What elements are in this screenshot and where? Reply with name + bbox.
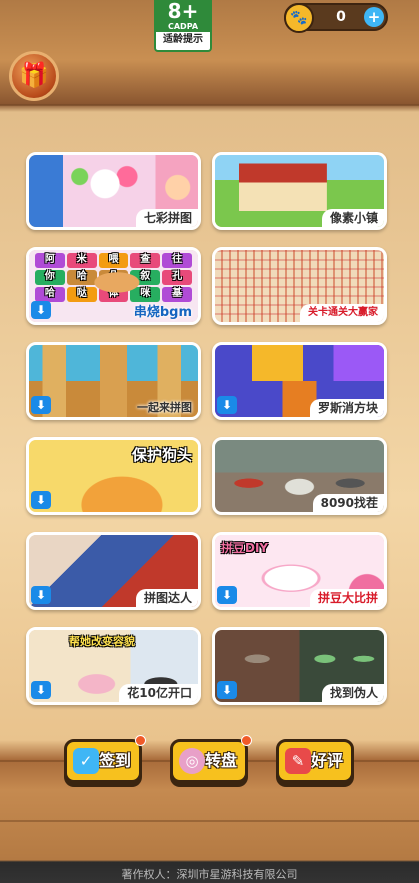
game-card-pintu-daren[interactable]: ⬇ 拼图达人 <box>26 532 201 610</box>
checkin-label: 签到 <box>98 751 131 770</box>
coin-count: 0 <box>336 9 346 25</box>
pencil-icon: ✎ <box>285 748 311 774</box>
notification-dot <box>135 735 146 746</box>
download-icon: ⬇ <box>31 491 51 509</box>
age-rating-org: CADPA <box>156 22 210 32</box>
game-card-baohu-goutou[interactable]: 保护狗头 ⬇ <box>26 437 201 515</box>
game-card-xiangsu-xiaozhen[interactable]: 像素小镇 <box>212 152 387 230</box>
game-label: 七彩拼图 <box>135 209 198 227</box>
age-rating-value: 8+ <box>156 0 210 22</box>
game-label: 拼豆大比拼 <box>309 589 384 607</box>
calendar-check-icon: ✓ <box>73 748 99 774</box>
coin-counter: 🐾 0 + <box>284 3 388 33</box>
wood-plank-line <box>0 104 419 106</box>
download-icon: ⬇ <box>217 396 237 414</box>
game-card-pindou-dabipin[interactable]: 拼豆DIY ⬇ 拼豆大比拼 <box>212 532 387 610</box>
game-card-chuanshao-bgm[interactable]: 阿 米 喂 查 往 你 哈 朵 叙 孔 哈 哒 体 咪 基 ⬇ 串烧bgm <box>26 247 201 325</box>
game-card-block-puzzle[interactable]: ⬇ 罗斯消方块 <box>212 342 387 420</box>
game-card-hua-10yi[interactable]: 帮她改变容貌 ⬇ 花10亿开口 <box>26 627 201 705</box>
wood-plank-line <box>0 820 419 822</box>
download-icon: ⬇ <box>217 586 237 604</box>
game-banner-title: 拼豆DIY <box>221 541 269 555</box>
download-icon: ⬇ <box>217 681 237 699</box>
game-card-yiqilai-pintu[interactable]: ⬇ 一起来拼图 <box>26 342 201 420</box>
game-card-8090-zhaocha[interactable]: 8090找茬 <box>212 437 387 515</box>
game-label: 8090找茬 <box>312 494 384 512</box>
treasure-chest-icon[interactable]: 🎁 <box>9 51 59 101</box>
paw-icon: 🐾 <box>284 3 314 33</box>
game-label: 花10亿开口 <box>119 684 198 702</box>
review-button[interactable]: ✎ 好评 <box>276 739 354 783</box>
game-label: 像素小镇 <box>321 209 384 227</box>
game-label: 一起来拼图 <box>137 401 192 414</box>
game-card-maze[interactable]: 关卡通关大赢家 <box>212 247 387 325</box>
checkin-button[interactable]: ✓ 签到 <box>64 735 146 783</box>
download-icon: ⬇ <box>31 396 51 414</box>
game-label: 拼图达人 <box>135 589 198 607</box>
notification-dot <box>241 735 252 746</box>
game-label: 串烧bgm <box>133 305 192 320</box>
game-banner-title: 帮她改变容貌 <box>69 635 135 648</box>
age-rating-badge: 8+ CADPA 适龄提示 <box>154 0 212 52</box>
download-icon: ⬇ <box>31 586 51 604</box>
game-banner-title: 保护狗头 <box>131 446 192 464</box>
plus-icon[interactable]: + <box>364 7 384 27</box>
game-label: 找到伪人 <box>321 684 384 702</box>
download-icon: ⬇ <box>31 681 51 699</box>
wheel-icon: ◎ <box>179 748 205 774</box>
game-card-zhaodao-weiren[interactable]: ⬇ 找到伪人 <box>212 627 387 705</box>
download-icon: ⬇ <box>31 301 51 319</box>
game-label: 罗斯消方块 <box>309 399 384 417</box>
wheel-label: 转盘 <box>204 751 237 770</box>
game-label: 关卡通关大赢家 <box>300 304 384 322</box>
review-label: 好评 <box>310 751 343 770</box>
game-card-qicai-pintu[interactable]: 七彩拼图 <box>26 152 201 230</box>
age-rating-hint: 适龄提示 <box>163 34 203 45</box>
wheel-button[interactable]: ◎ 转盘 <box>170 735 252 783</box>
copyright-footer: 著作权人：深圳市星游科技有限公司 <box>121 868 298 881</box>
